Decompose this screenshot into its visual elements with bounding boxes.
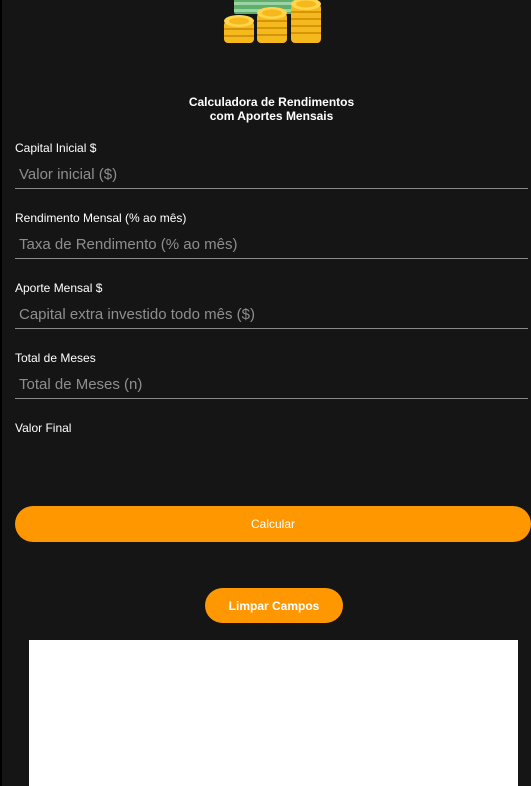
meses-field <box>15 372 528 399</box>
meses-input[interactable] <box>15 372 528 396</box>
capital-field <box>15 162 528 189</box>
result-panel <box>29 640 518 786</box>
result-label: Valor Final <box>15 421 72 435</box>
aporte-label: Aporte Mensal $ <box>15 281 103 295</box>
app-screen: Calculadora de Rendimentos com Aportes M… <box>0 0 531 786</box>
rendimento-input[interactable] <box>15 232 528 256</box>
coins-and-money-icon <box>224 0 321 43</box>
rendimento-field <box>15 232 528 259</box>
capital-label: Capital Inicial $ <box>15 141 97 155</box>
rendimento-label: Rendimento Mensal (% ao mês) <box>15 211 187 225</box>
aporte-input[interactable] <box>15 302 528 326</box>
capital-input[interactable] <box>15 162 528 186</box>
calculate-button[interactable]: Calcular <box>15 506 531 542</box>
meses-label: Total de Meses <box>15 351 96 365</box>
clear-fields-button[interactable]: Limpar Campos <box>205 588 343 623</box>
page-title-line2: com Aportes Mensais <box>209 109 334 123</box>
page-title: Calculadora de Rendimentos com Aportes M… <box>0 95 531 123</box>
page-title-line1: Calculadora de Rendimentos <box>188 95 355 109</box>
aporte-field <box>15 302 528 329</box>
